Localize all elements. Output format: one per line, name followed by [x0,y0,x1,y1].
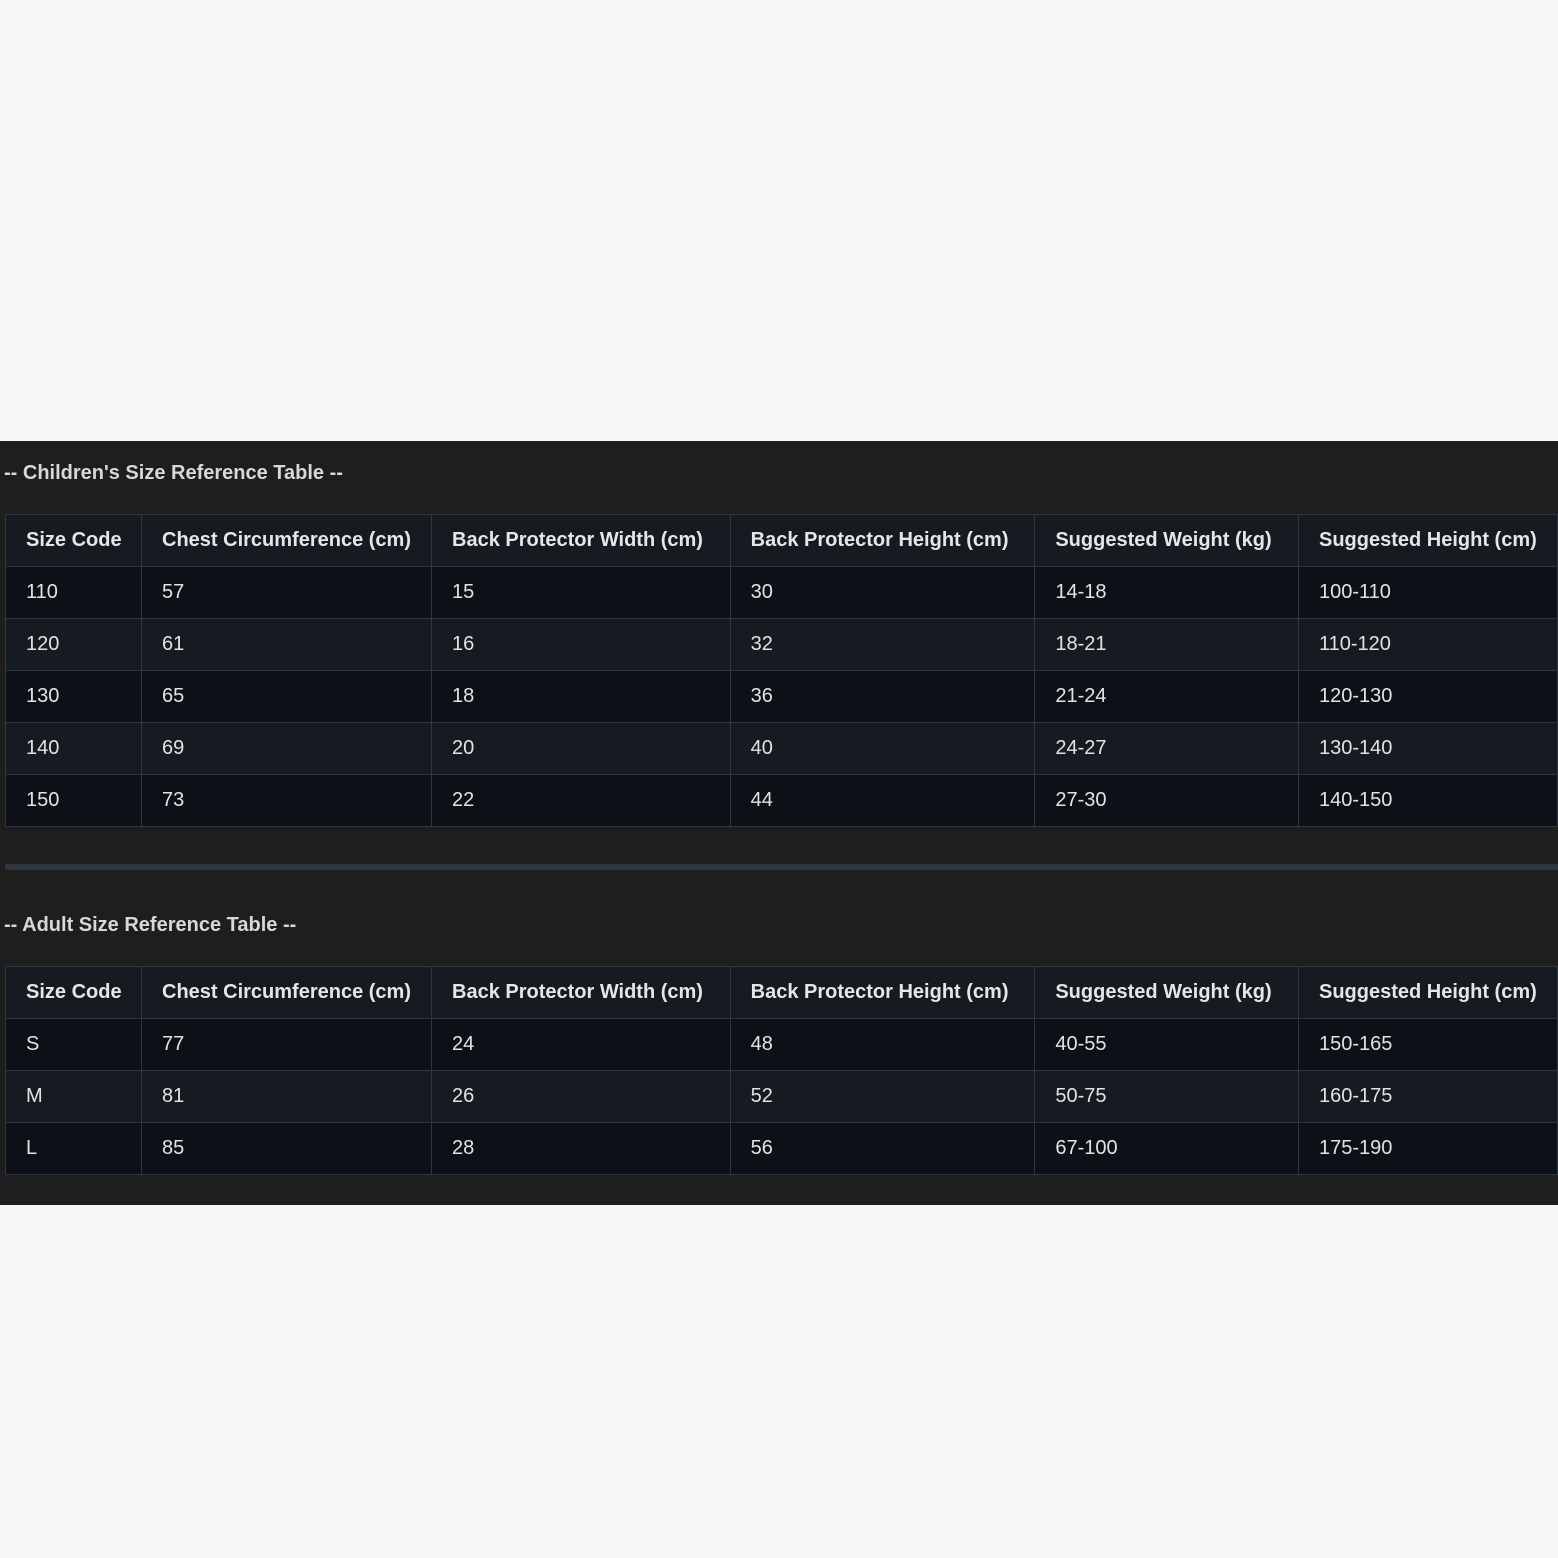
column-header-chest-circumference: Chest Circumference (cm) [141,514,432,567]
table-cell: 44 [729,774,1036,827]
table-cell: 140-150 [1297,774,1558,827]
table-cell: 24 [431,1018,731,1071]
size-chart-panel: -- Children's Size Reference Table -- Si… [0,441,1558,1205]
column-header-suggested-height: Suggested Height (cm) [1297,514,1558,567]
table-cell: 22 [431,774,731,827]
table-cell: 16 [431,618,731,671]
table-row: 110 57 15 30 14-18 100-110 [4,566,1558,619]
table-cell: 65 [141,670,432,723]
table-row: 120 61 16 32 18-21 110-120 [4,618,1558,671]
table-cell: 130 [4,670,143,723]
column-header-size-code: Size Code [4,966,143,1019]
table-cell: 175-190 [1297,1122,1558,1175]
table-cell: 52 [729,1070,1036,1123]
table-cell: L [4,1122,143,1175]
table-cell: M [4,1070,143,1123]
table-cell: 110-120 [1297,618,1558,671]
table-header-row: Size Code Chest Circumference (cm) Back … [4,514,1558,567]
table-cell: 77 [141,1018,432,1071]
table-cell: 26 [431,1070,731,1123]
table-cell: 15 [431,566,731,619]
table-cell: 21-24 [1034,670,1299,723]
column-header-suggested-weight: Suggested Weight (kg) [1034,966,1299,1019]
table-cell: 27-30 [1034,774,1299,827]
table-cell: 20 [431,722,731,775]
table-cell: 32 [729,618,1036,671]
table-cell: 150 [4,774,143,827]
table-cell: 69 [141,722,432,775]
table-cell: 85 [141,1122,432,1175]
table-row: 130 65 18 36 21-24 120-130 [4,670,1558,723]
section-divider [5,864,1558,870]
column-header-chest-circumference: Chest Circumference (cm) [141,966,432,1019]
column-header-back-protector-width: Back Protector Width (cm) [431,514,731,567]
table-cell: 56 [729,1122,1036,1175]
table-cell: 24-27 [1034,722,1299,775]
table-cell: 130-140 [1297,722,1558,775]
table-row: 140 69 20 40 24-27 130-140 [4,722,1558,775]
table-cell: 14-18 [1034,566,1299,619]
table-row: L 85 28 56 67-100 175-190 [4,1122,1558,1175]
adult-size-table: Size Code Chest Circumference (cm) Back … [4,966,1558,1175]
column-header-suggested-height: Suggested Height (cm) [1297,966,1558,1019]
table-cell: 50-75 [1034,1070,1299,1123]
column-header-back-protector-height: Back Protector Height (cm) [729,966,1036,1019]
table-cell: 67-100 [1034,1122,1299,1175]
table-cell: 110 [4,566,143,619]
children-size-table: Size Code Chest Circumference (cm) Back … [4,514,1558,827]
children-table-title: -- Children's Size Reference Table -- [4,462,343,484]
table-cell: 100-110 [1297,566,1558,619]
table-cell: 48 [729,1018,1036,1071]
table-cell: S [4,1018,143,1071]
table-cell: 150-165 [1297,1018,1558,1071]
table-cell: 28 [431,1122,731,1175]
table-cell: 40 [729,722,1036,775]
table-cell: 18 [431,670,731,723]
table-header-row: Size Code Chest Circumference (cm) Back … [4,966,1558,1019]
column-header-suggested-weight: Suggested Weight (kg) [1034,514,1299,567]
column-header-back-protector-width: Back Protector Width (cm) [431,966,731,1019]
table-cell: 61 [141,618,432,671]
table-cell: 160-175 [1297,1070,1558,1123]
table-cell: 140 [4,722,143,775]
column-header-back-protector-height: Back Protector Height (cm) [729,514,1036,567]
table-cell: 18-21 [1034,618,1299,671]
column-header-size-code: Size Code [4,514,143,567]
table-cell: 57 [141,566,432,619]
table-cell: 120 [4,618,143,671]
table-cell: 120-130 [1297,670,1558,723]
table-row: 150 73 22 44 27-30 140-150 [4,774,1558,827]
table-cell: 36 [729,670,1036,723]
table-row: M 81 26 52 50-75 160-175 [4,1070,1558,1123]
table-cell: 73 [141,774,432,827]
table-cell: 30 [729,566,1036,619]
table-cell: 81 [141,1070,432,1123]
table-row: S 77 24 48 40-55 150-165 [4,1018,1558,1071]
adult-table-title: -- Adult Size Reference Table -- [4,914,297,936]
table-cell: 40-55 [1034,1018,1299,1071]
